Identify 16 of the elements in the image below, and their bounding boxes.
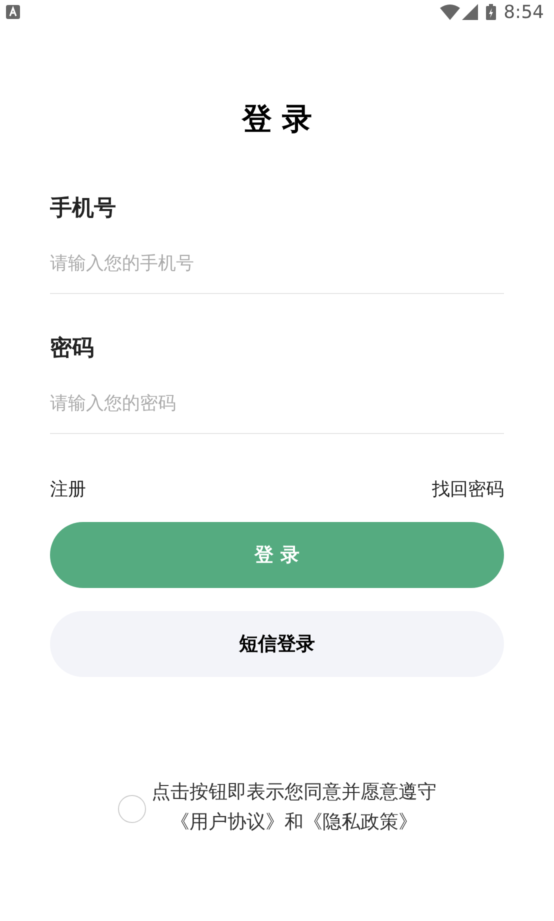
- field-label: 密码: [50, 334, 95, 363]
- agreement-text: 点击按钮即表示您同意并愿意遵守: [152, 780, 436, 805]
- text-link[interactable]: 注册: [50, 476, 86, 502]
- agreement-checkbox[interactable]: [118, 795, 146, 823]
- battery-icon: [486, 4, 496, 20]
- sms-login-button[interactable]: 短信登录: [50, 611, 504, 677]
- clock-time: 8:54: [504, 0, 544, 24]
- text-link[interactable]: 找回密码: [432, 476, 504, 502]
- agreement-text: 《用户协议》和《隐私政策》: [170, 810, 418, 835]
- wifi-icon: [440, 4, 460, 20]
- input-field[interactable]: 请输入您的手机号: [50, 244, 504, 294]
- field-label: 手机号: [50, 195, 117, 223]
- input-field[interactable]: 请输入您的密码: [50, 384, 504, 434]
- page-title: 登 录: [242, 101, 312, 139]
- signal-icon: [462, 4, 478, 20]
- notification-icon: [6, 5, 20, 19]
